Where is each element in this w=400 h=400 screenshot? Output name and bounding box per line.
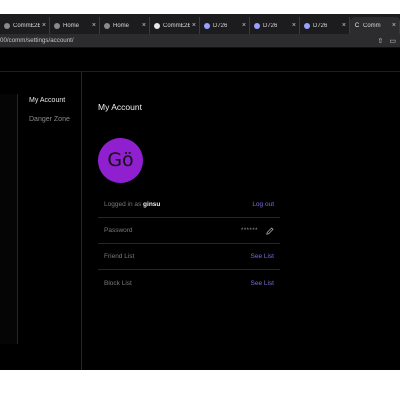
- close-icon[interactable]: ×: [192, 22, 196, 29]
- log-out-link[interactable]: Log out: [252, 201, 274, 208]
- username: ginsu: [143, 201, 161, 208]
- tab-title: D726: [213, 22, 228, 29]
- close-icon[interactable]: ×: [42, 22, 46, 29]
- favicon-icon: [304, 22, 310, 29]
- password-row: Password ******: [98, 218, 280, 244]
- url-text[interactable]: 00/comm/settings/account/: [0, 37, 378, 44]
- account-rows: Logged in as ginsu Log out Password ****…: [98, 192, 280, 296]
- browser-tab[interactable]: Home ×: [50, 17, 100, 34]
- tab-title: Comm£2£: [13, 22, 40, 29]
- block-list-label: Block List: [104, 279, 132, 287]
- block-list-see-list[interactable]: See List: [251, 280, 275, 287]
- friend-list-row: Friend List See List: [98, 244, 280, 270]
- subnav-item-danger-zone[interactable]: Danger Zone: [29, 116, 70, 123]
- browser-tab[interactable]: D726 ×: [250, 17, 300, 34]
- browser-tab[interactable]: Comm£2£ ×: [150, 17, 200, 34]
- favicon-icon: C: [354, 22, 360, 29]
- close-icon[interactable]: ×: [92, 22, 96, 29]
- password-mask: ******: [240, 227, 258, 234]
- browser-tab[interactable]: D726 ×: [300, 17, 350, 34]
- favicon-icon: [104, 22, 110, 29]
- sidebar-icon[interactable]: ▭: [389, 37, 396, 45]
- browser-tab[interactable]: D726 ×: [200, 17, 250, 34]
- browser-tab[interactable]: Comm£2£ ×: [0, 17, 50, 34]
- tab-title: D726: [313, 22, 328, 29]
- logged-in-text: Logged in as ginsu: [104, 201, 160, 208]
- browser-tab[interactable]: C Comm ×: [350, 17, 400, 34]
- close-icon[interactable]: ×: [142, 22, 146, 29]
- share-icon[interactable]: ⇧: [378, 37, 384, 45]
- close-icon[interactable]: ×: [292, 22, 296, 29]
- tab-title: Comm: [363, 22, 381, 29]
- password-label: Password: [104, 227, 133, 234]
- github-icon: [154, 22, 160, 29]
- favicon-icon: [54, 22, 60, 29]
- logged-in-row: Logged in as ginsu Log out: [98, 192, 280, 218]
- favicon-icon: [4, 22, 10, 29]
- tab-title: Home: [63, 22, 80, 29]
- subnav-item-my-account[interactable]: My Account: [29, 97, 65, 104]
- app-header: [0, 48, 400, 72]
- close-icon[interactable]: ×: [242, 22, 246, 29]
- password-value: ******: [240, 226, 274, 235]
- close-icon[interactable]: ×: [392, 22, 396, 29]
- friend-list-label: Friend List: [104, 253, 135, 260]
- logged-in-prefix: Logged in as: [104, 201, 142, 208]
- avatar-initials: Gö: [107, 148, 134, 171]
- address-bar[interactable]: 00/comm/settings/account/ ⇧ ▭: [0, 34, 400, 48]
- favicon-icon: [254, 22, 260, 29]
- page-title: My Account: [98, 102, 142, 112]
- left-rail: [0, 94, 18, 344]
- browser-tab[interactable]: Home ×: [100, 17, 150, 34]
- toolbar-icons: ⇧ ▭: [378, 37, 397, 45]
- friend-list-see-list[interactable]: See List: [251, 253, 275, 260]
- account-panel: My Account Gö Logged in as ginsu Log out…: [82, 72, 400, 370]
- tab-title: Comm£2£: [163, 22, 190, 29]
- pencil-icon[interactable]: [266, 226, 274, 235]
- close-icon[interactable]: ×: [342, 22, 346, 29]
- tab-strip: Comm£2£ × Home × Home × Comm£2£ × D726 × D726 × D726…: [0, 14, 400, 34]
- block-list-row: Block List See List: [98, 270, 280, 296]
- tab-title: D726: [263, 22, 278, 29]
- tab-title: Home: [113, 22, 130, 29]
- favicon-icon: [204, 22, 210, 29]
- settings-subnav: My Account Danger Zone: [18, 72, 82, 370]
- avatar[interactable]: Gö: [98, 138, 143, 183]
- browser-window: Comm£2£ × Home × Home × Comm£2£ × D726 × D726 × D726…: [0, 14, 400, 370]
